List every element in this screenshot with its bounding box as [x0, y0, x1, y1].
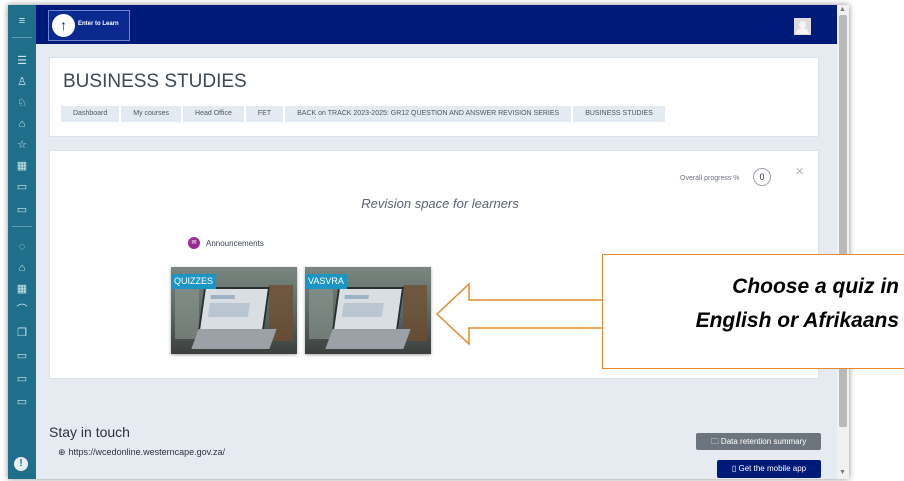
tile-image-shape [207, 303, 250, 317]
laptop-keyboard-image [191, 329, 277, 349]
page-header: BUSINESS STUDIES Dashboard My courses He… [49, 57, 819, 137]
close-icon[interactable]: ✕ [795, 165, 804, 178]
award-icon[interactable]: ♘ [8, 96, 36, 110]
announcements-icon[interactable]: ✉ [188, 237, 200, 249]
top-navbar: ↑ Enter to Learn [36, 5, 837, 44]
list-icon[interactable]: ☰ [8, 54, 36, 68]
user-avatar[interactable] [794, 18, 811, 35]
laptop-keyboard-image [325, 329, 411, 349]
tile-label: VASVRA [305, 274, 347, 289]
footer-link-text[interactable]: https://wcedonline.westerncape.gov.za/ [69, 447, 225, 457]
home-icon[interactable]: ⌂ [8, 261, 36, 275]
logo-arrow-icon: ↑ [52, 14, 75, 37]
folder-icon-2[interactable]: ▭ [8, 203, 36, 217]
calendar-icon-2[interactable]: ▦ [8, 282, 36, 296]
laptop-image [197, 287, 271, 331]
folder-icon-3[interactable]: ▭ [8, 349, 36, 363]
logo-text: Enter to Learn [78, 21, 119, 27]
menu-icon[interactable]: ≡ [8, 14, 36, 28]
progress-label: Overall progress % [680, 175, 740, 182]
globe-icon: ⊕ [58, 447, 66, 457]
calendar-icon[interactable]: ▦ [8, 159, 36, 173]
star-icon[interactable]: ☆ [8, 138, 36, 152]
folder-icon-4[interactable]: ▭ [8, 372, 36, 386]
site-logo[interactable]: ↑ Enter to Learn [48, 10, 130, 41]
scroll-up-icon[interactable]: ▲ [839, 6, 846, 14]
folder-icon[interactable]: ▭ [8, 180, 36, 194]
tile-label: QUIZZES [171, 274, 217, 289]
data-retention-button[interactable]: 🗀 Data retention summary [696, 433, 821, 450]
mobile-app-button[interactable]: ▯ Get the mobile app [717, 460, 821, 478]
tile-image-shape [344, 295, 369, 299]
breadcrumb: Dashboard My courses Head Office FET BAC… [61, 106, 665, 122]
tile-image-shape [341, 303, 384, 317]
browser-viewport: ≡ ☰ ♙ ♘ ⌂ ☆ ▦ ▭ ▭ ◌ ⌂ ▦ ⌒ ❐ ▭ ▭ ▭ ! ↑ En… [8, 5, 849, 479]
breadcrumb-dashboard[interactable]: Dashboard [61, 106, 120, 122]
folder-icon-5[interactable]: ▭ [8, 395, 36, 409]
page-title: BUSINESS STUDIES [63, 71, 247, 92]
course-summary: Revision space for learners [361, 196, 519, 211]
page-scrollbar[interactable]: ▲ ▼ [837, 5, 849, 479]
tile-image-shape [210, 295, 235, 299]
badge-icon[interactable]: ♙ [8, 75, 36, 89]
breadcrumb-back-on-track[interactable]: BACK on TRACK 2023-2025: GR12 QUESTION A… [285, 106, 572, 122]
callout-arrow-icon [435, 282, 606, 346]
progress-value: 0 [753, 168, 771, 186]
avatar-body-shape [796, 28, 809, 34]
tile-image-shape [309, 289, 333, 339]
sidebar-divider [12, 226, 32, 227]
instruction-callout: Choose a quiz in English or Afrikaans [602, 254, 904, 369]
quiz-tile-quizzes[interactable]: QUIZZES [171, 267, 297, 354]
laptop-image [331, 287, 405, 331]
dashboard-icon[interactable]: ⌂ [8, 117, 36, 131]
callout-line-1: Choose a quiz in [732, 275, 899, 298]
breadcrumb-head-office[interactable]: Head Office [183, 106, 244, 122]
sidebar-divider [12, 37, 32, 38]
footer-website-link[interactable]: ⊕ https://wcedonline.westerncape.gov.za/ [58, 447, 225, 458]
left-sidebar: ≡ ☰ ♙ ♘ ⌂ ☆ ▦ ▭ ▭ ◌ ⌂ ▦ ⌒ ❐ ▭ ▭ ▭ ! [8, 5, 36, 479]
scroll-down-icon[interactable]: ▼ [839, 469, 846, 477]
avatar-head-shape [799, 21, 806, 28]
breadcrumb-fet[interactable]: FET [245, 106, 284, 122]
announcements-link[interactable]: Announcements [206, 239, 264, 248]
breadcrumb-my-courses[interactable]: My courses [121, 106, 182, 122]
breadcrumb-business-studies[interactable]: BUSINESS STUDIES [573, 106, 665, 122]
graduation-icon[interactable]: ⌒ [8, 303, 36, 317]
files-icon[interactable]: ❐ [8, 326, 36, 340]
quiz-tile-vasvra[interactable]: VASVRA [305, 267, 431, 354]
course-icon[interactable]: ◌ [8, 240, 36, 254]
callout-line-2: English or Afrikaans [695, 309, 899, 332]
footer-title: Stay in touch [49, 424, 130, 440]
tile-image-shape [175, 289, 199, 339]
help-icon[interactable]: ! [14, 457, 28, 471]
